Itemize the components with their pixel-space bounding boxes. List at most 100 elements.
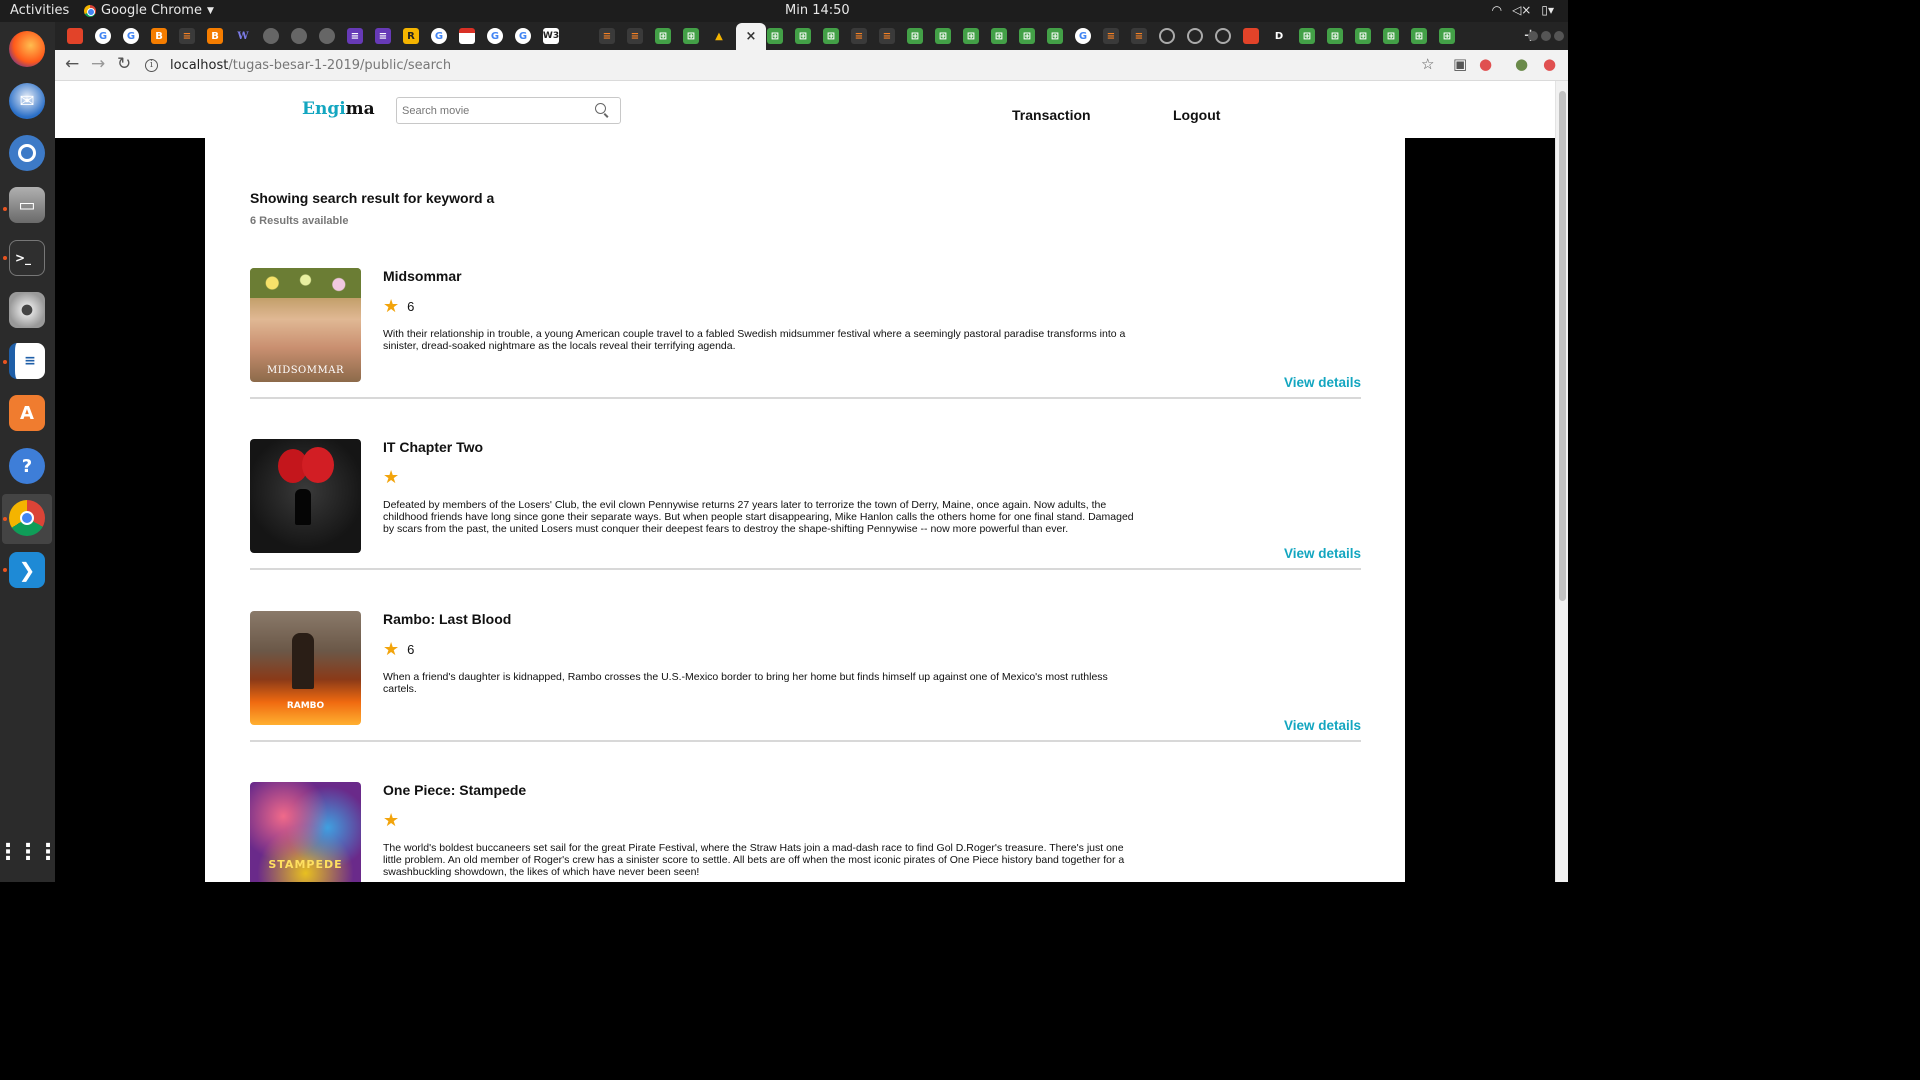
- tab-favicon-stackoverflow[interactable]: ≡: [179, 28, 195, 44]
- site-info-icon[interactable]: i: [145, 58, 158, 72]
- tab-favicon-stackoverflow[interactable]: ≡: [599, 28, 615, 44]
- scrollbar-thumb[interactable]: [1559, 91, 1566, 601]
- rhythmbox-icon[interactable]: [9, 292, 45, 328]
- chrome-dock-icon[interactable]: [9, 500, 45, 536]
- tab-favicon-docs[interactable]: ≡: [375, 28, 391, 44]
- firefox-icon[interactable]: [9, 31, 45, 67]
- help-icon[interactable]: ?: [9, 448, 45, 484]
- tab-favicon-d[interactable]: D: [1271, 28, 1287, 44]
- page-scrollbar[interactable]: [1555, 81, 1568, 882]
- system-tray[interactable]: ◠ ◁× ▯▾: [1492, 3, 1554, 17]
- view-details-link[interactable]: View details: [1284, 375, 1361, 390]
- bookmark-star-icon[interactable]: ☆: [1421, 55, 1434, 73]
- close-window-button[interactable]: [1554, 31, 1564, 41]
- tab-favicon-generic[interactable]: [263, 28, 279, 44]
- tab-favicon-sheets[interactable]: ⊞: [823, 28, 839, 44]
- minimize-button[interactable]: [1528, 31, 1538, 41]
- search-input[interactable]: [402, 104, 587, 117]
- tab-favicon-w3[interactable]: W3: [543, 28, 559, 44]
- tab-favicon-blank[interactable]: [571, 28, 587, 44]
- update-icon[interactable]: ●: [1543, 55, 1556, 73]
- movie-poster[interactable]: MIDSOMMAR: [250, 268, 361, 382]
- writer-icon[interactable]: ≡: [9, 343, 45, 379]
- tab-favicon-generic[interactable]: [319, 28, 335, 44]
- tab-favicon-sheets[interactable]: ⊞: [1327, 28, 1343, 44]
- tab-favicon-calendar[interactable]: [459, 28, 475, 44]
- nav-transaction-link[interactable]: Transaction: [1012, 107, 1091, 123]
- caret-down-icon: ▼: [206, 5, 214, 16]
- movie-poster[interactable]: RAMBO: [250, 611, 361, 725]
- tab-favicon-r[interactable]: R: [403, 28, 419, 44]
- tab-favicon-stackoverflow[interactable]: ≡: [879, 28, 895, 44]
- tab-favicon-sheets[interactable]: ⊞: [767, 28, 783, 44]
- tab-favicon-google[interactable]: G: [95, 28, 111, 44]
- tab-favicon-sheets[interactable]: ⊞: [655, 28, 671, 44]
- movie-poster[interactable]: STAMPEDE: [250, 782, 361, 882]
- tab-favicon-blogger[interactable]: B: [151, 28, 167, 44]
- thunderbird-icon[interactable]: ✉: [9, 83, 45, 119]
- chromium-icon[interactable]: [9, 135, 45, 171]
- back-arrow-icon[interactable]: ←: [65, 54, 79, 74]
- files-icon[interactable]: ▭: [9, 187, 45, 223]
- tab-favicon-github[interactable]: [1159, 28, 1175, 44]
- search-icon[interactable]: [595, 103, 606, 114]
- tab-favicon-sheets[interactable]: ⊞: [991, 28, 1007, 44]
- tab-favicon-sheets[interactable]: ⊞: [1299, 28, 1315, 44]
- tab-favicon-sheets[interactable]: ⊞: [683, 28, 699, 44]
- view-details-link[interactable]: View details: [1284, 546, 1361, 561]
- running-indicator: [3, 568, 7, 572]
- app-menu[interactable]: Google Chrome ▼: [84, 3, 214, 18]
- tab-favicon-stackoverflow[interactable]: ≡: [1103, 28, 1119, 44]
- vscode-icon[interactable]: ❯: [9, 552, 45, 588]
- activities-button[interactable]: Activities: [10, 3, 69, 18]
- tab-favicon-gitlab[interactable]: [67, 28, 83, 44]
- forward-arrow-icon[interactable]: →: [91, 54, 105, 74]
- tab-favicon-generic[interactable]: [291, 28, 307, 44]
- clock[interactable]: Min 14:50: [785, 3, 850, 18]
- tab-favicon-github[interactable]: [1215, 28, 1231, 44]
- rating-value: 6: [407, 641, 415, 657]
- tab-favicon-sheets[interactable]: ⊞: [907, 28, 923, 44]
- star-icon: ★: [383, 467, 400, 487]
- terminal-icon[interactable]: >_: [9, 240, 45, 276]
- tab-favicon-google[interactable]: G: [487, 28, 503, 44]
- tab-favicon-google[interactable]: G: [1075, 28, 1091, 44]
- tab-favicon-sheets[interactable]: ⊞: [1411, 28, 1427, 44]
- tab-close-icon[interactable]: ×: [746, 29, 757, 44]
- extension-icon[interactable]: ●: [1479, 55, 1492, 73]
- software-center-icon[interactable]: A: [9, 395, 45, 431]
- tab-favicon-google[interactable]: G: [431, 28, 447, 44]
- reload-icon[interactable]: ↻: [117, 54, 131, 74]
- tab-favicon-gitlab[interactable]: [1243, 28, 1259, 44]
- nav-logout-link[interactable]: Logout: [1173, 107, 1220, 123]
- maximize-button[interactable]: [1541, 31, 1551, 41]
- tab-favicon-sheets[interactable]: ⊞: [963, 28, 979, 44]
- tab-favicon-sheets[interactable]: ⊞: [1047, 28, 1063, 44]
- tab-favicon-sheets[interactable]: ⊞: [1019, 28, 1035, 44]
- active-tab[interactable]: ×: [736, 23, 766, 50]
- tab-favicon-docs[interactable]: ≡: [347, 28, 363, 44]
- tab-favicon-sheets[interactable]: ⊞: [1355, 28, 1371, 44]
- tab-favicon-stackoverflow[interactable]: ≡: [1131, 28, 1147, 44]
- tab-favicon-google[interactable]: G: [123, 28, 139, 44]
- address-bar[interactable]: i localhost /tugas-besar-1-2019/public/s…: [145, 53, 1445, 77]
- tab-favicon-stackoverflow[interactable]: ≡: [627, 28, 643, 44]
- tab-favicon-wikipedia[interactable]: W: [235, 28, 251, 44]
- tab-favicon-warning[interactable]: ▲: [711, 28, 727, 44]
- tab-favicon-blogger[interactable]: B: [207, 28, 223, 44]
- show-apps-icon[interactable]: ⋮⋮⋮: [0, 834, 59, 870]
- tab-favicon-sheets[interactable]: ⊞: [1383, 28, 1399, 44]
- tab-favicon-stackoverflow[interactable]: ≡: [851, 28, 867, 44]
- tab-favicon-sheets[interactable]: ⊞: [935, 28, 951, 44]
- tab-favicon-github[interactable]: [1187, 28, 1203, 44]
- tab-favicon-sheets[interactable]: ⊞: [795, 28, 811, 44]
- search-box: [396, 97, 621, 124]
- tab-favicon-sheets[interactable]: ⊞: [1439, 28, 1455, 44]
- extension-icon[interactable]: ▣: [1453, 55, 1467, 73]
- site-logo[interactable]: Engima: [302, 99, 375, 119]
- view-details-link[interactable]: View details: [1284, 718, 1361, 733]
- tab-favicon-google[interactable]: G: [515, 28, 531, 44]
- poster-title: MIDSOMMAR: [267, 365, 344, 376]
- movie-poster[interactable]: [250, 439, 361, 553]
- profile-avatar[interactable]: ●: [1515, 55, 1528, 73]
